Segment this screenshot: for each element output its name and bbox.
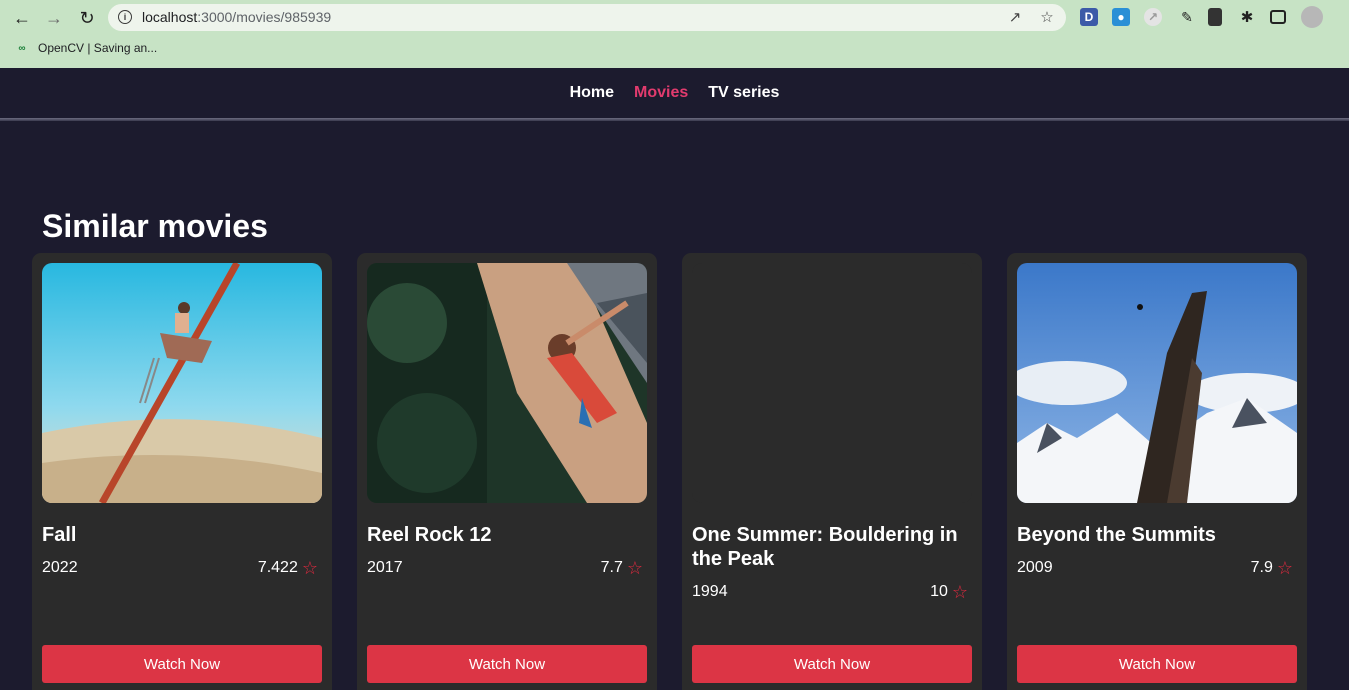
extension-pen-icon[interactable]: ✎ [1178, 8, 1196, 26]
movie-title: One Summer: Bouldering in the Peak [692, 524, 958, 570]
rating-value: 7.9 [1250, 559, 1273, 576]
share-icon[interactable]: ↗ [1006, 8, 1024, 26]
watch-now-button[interactable]: Watch Now [692, 645, 972, 683]
movie-year: 1994 [692, 583, 728, 600]
movie-meta: 1994 10 ☆ [692, 583, 972, 601]
extension-compass-icon[interactable]: ↗ [1144, 8, 1162, 26]
rating-value: 7.7 [600, 559, 623, 576]
movie-card[interactable]: Fall 2022 7.422 ☆ Watch Now [32, 253, 332, 690]
movie-year: 2022 [42, 559, 78, 576]
movie-rating: 7.422 ☆ [258, 559, 322, 577]
url-text[interactable]: localhost:3000/movies/985939 [142, 9, 331, 25]
profile-avatar[interactable] [1301, 6, 1323, 28]
extension-d-icon[interactable]: D [1080, 8, 1098, 26]
movie-year: 2017 [367, 559, 403, 576]
bookmarks-bar: ∞ OpenCV | Saving an... [0, 36, 1349, 64]
extension-drop-icon[interactable]: ● [1112, 8, 1130, 26]
url-host: localhost [142, 9, 198, 25]
movie-poster[interactable] [692, 263, 972, 503]
watch-now-button[interactable]: Watch Now [42, 645, 322, 683]
opencv-icon: ∞ [18, 42, 26, 54]
movie-rating: 7.9 ☆ [1251, 559, 1297, 577]
movie-list: Fall 2022 7.422 ☆ Watch Now Reel Rock 12… [32, 253, 1312, 690]
star-icon: ☆ [626, 558, 643, 578]
browser-chrome: ← → ↻ i localhost:3000/movies/985939 ↗ ☆… [0, 0, 1349, 68]
back-icon[interactable]: ← [11, 7, 33, 29]
address-bar[interactable]: i localhost:3000/movies/985939 ↗ ☆ [108, 4, 1066, 31]
movie-year: 2009 [1017, 559, 1053, 576]
nav-home[interactable]: Home [570, 84, 614, 102]
star-icon: ☆ [1276, 558, 1293, 578]
movie-title: Beyond the Summits [1017, 524, 1216, 546]
watch-now-button[interactable]: Watch Now [367, 645, 647, 683]
movie-poster[interactable] [42, 263, 322, 503]
header-divider [0, 118, 1349, 121]
movie-card[interactable]: Reel Rock 12 2017 7.7 ☆ Watch Now [357, 253, 657, 690]
watch-now-button[interactable]: Watch Now [1017, 645, 1297, 683]
reload-icon[interactable]: ↻ [76, 7, 98, 29]
extensions-puzzle-icon[interactable]: ✱ [1238, 8, 1256, 26]
main-nav: Home Movies TV series [0, 84, 1349, 102]
nav-tv-series[interactable]: TV series [708, 84, 779, 102]
bookmark-item[interactable]: ∞ OpenCV | Saving an... [14, 41, 157, 55]
movie-rating: 10 ☆ [930, 583, 972, 601]
movie-meta: 2022 7.422 ☆ [42, 559, 322, 577]
site-info-icon[interactable]: i [118, 10, 132, 24]
movie-card[interactable]: Beyond the Summits 2009 7.9 ☆ Watch Now [1007, 253, 1307, 690]
url-path: :3000/movies/985939 [197, 9, 332, 25]
movie-title: Fall [42, 524, 77, 546]
star-icon: ☆ [301, 558, 318, 578]
bookmark-label: OpenCV | Saving an... [38, 41, 158, 55]
star-icon: ☆ [951, 582, 968, 602]
rating-value: 7.422 [257, 559, 298, 576]
movie-poster[interactable] [1017, 263, 1297, 503]
movie-meta: 2009 7.9 ☆ [1017, 559, 1297, 577]
bookmark-star-icon[interactable]: ☆ [1038, 8, 1056, 26]
movie-meta: 2017 7.7 ☆ [367, 559, 647, 577]
forward-icon[interactable]: → [43, 7, 65, 29]
section-title: Similar movies [42, 208, 268, 244]
browser-toolbar: ← → ↻ i localhost:3000/movies/985939 ↗ ☆… [0, 0, 1349, 34]
movie-card[interactable]: One Summer: Bouldering in the Peak 1994 … [682, 253, 982, 690]
extension-battery-icon[interactable] [1208, 8, 1222, 26]
movie-poster[interactable] [367, 263, 647, 503]
rating-value: 10 [930, 583, 948, 600]
nav-movies[interactable]: Movies [634, 84, 688, 102]
side-panel-icon[interactable] [1270, 10, 1286, 24]
movie-title: Reel Rock 12 [367, 524, 492, 546]
movie-rating: 7.7 ☆ [601, 559, 647, 577]
